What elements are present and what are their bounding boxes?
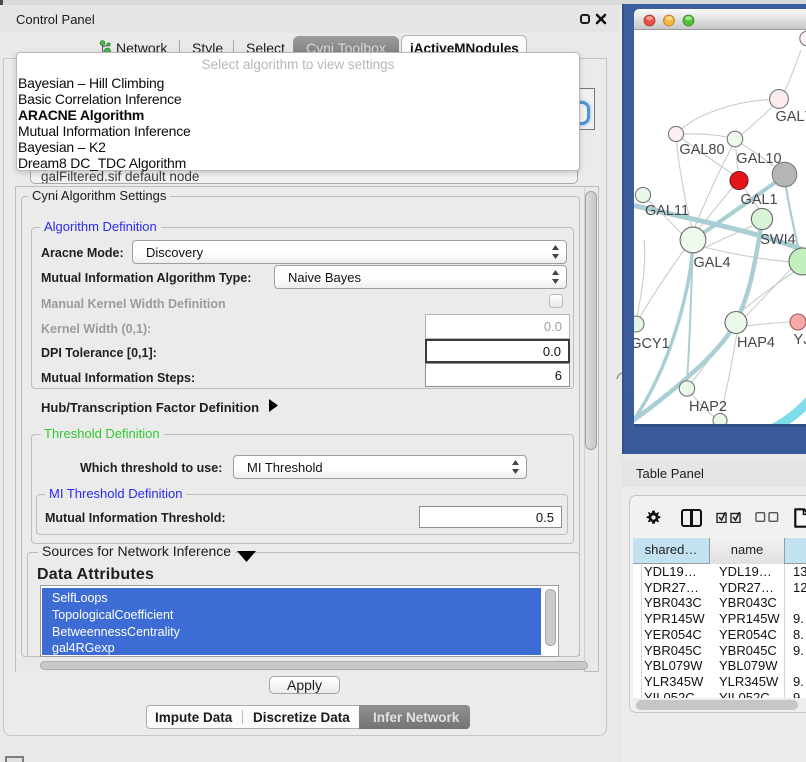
svg-text:HAP2: HAP2 [689,399,727,415]
svg-text:GAL4: GAL4 [693,255,730,271]
svg-text:HAP4: HAP4 [737,335,775,351]
svg-text:GAL1: GAL1 [740,192,777,208]
svg-text:SWI4: SWI4 [760,232,795,248]
svg-text:GAL11: GAL11 [645,203,689,219]
svg-text:GAL7: GAL7 [775,109,806,125]
svg-text:GCY1: GCY1 [634,336,670,352]
svg-text:YJ: YJ [794,332,806,348]
svg-text:GAL10: GAL10 [736,151,781,167]
svg-text:GAL80: GAL80 [679,142,724,158]
